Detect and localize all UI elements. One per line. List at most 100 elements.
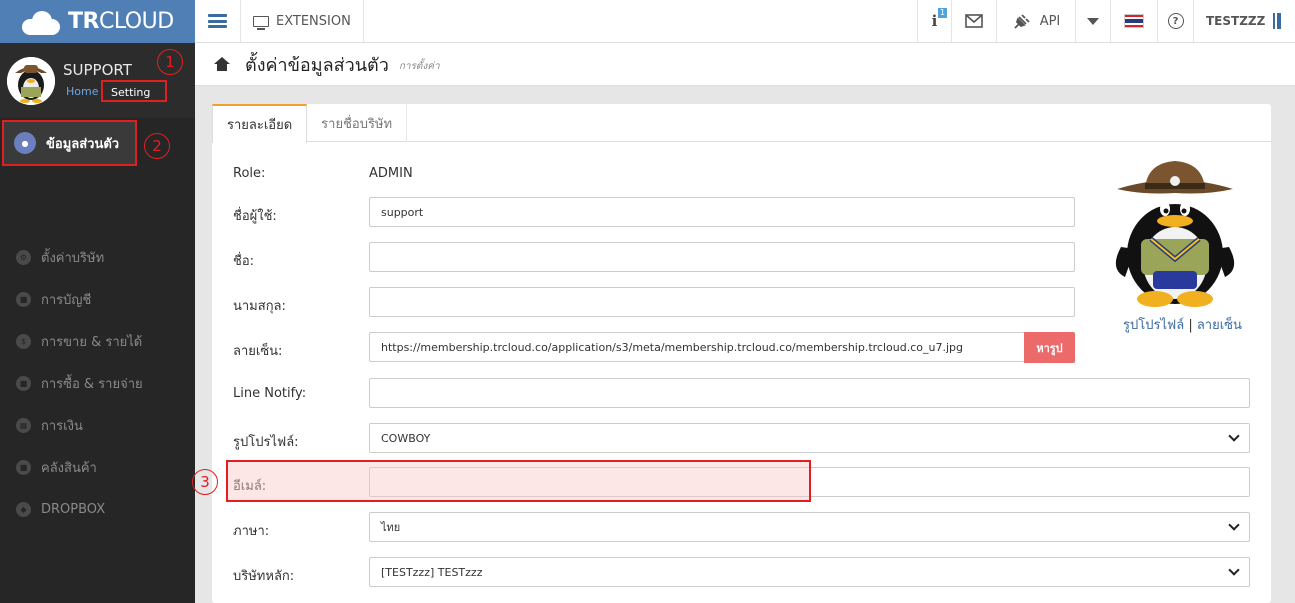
dropdown-button[interactable] bbox=[1075, 0, 1110, 42]
cowboy-penguin-icon bbox=[1115, 161, 1235, 307]
language-select[interactable]: ไทย bbox=[369, 512, 1250, 542]
signature-label: ลายเซ็น: bbox=[233, 344, 283, 359]
profile-picture bbox=[1107, 159, 1243, 309]
chevron-down-icon bbox=[1228, 430, 1240, 442]
sidebar-item-company-settings[interactable]: ⚙ ตั้งค่าบริษัท bbox=[0, 236, 195, 278]
user-icon: ● bbox=[14, 132, 36, 154]
question-icon: ? bbox=[1167, 13, 1184, 29]
role-value: ADMIN bbox=[369, 166, 413, 181]
profile-name: SUPPORT bbox=[63, 61, 132, 79]
sidebar-item-inventory[interactable]: ■ คลังสินค้า bbox=[0, 446, 195, 488]
info-icon: i bbox=[931, 12, 938, 30]
sidebar-item-label: การขาย & รายได้ bbox=[41, 334, 143, 350]
line-notify-label: Line Notify: bbox=[233, 386, 307, 401]
profile-pic-label: รูปโปรไฟล์: bbox=[233, 435, 299, 450]
sidebar-profile: SUPPORT Home Setting 1 bbox=[0, 43, 195, 118]
hamburger-icon bbox=[208, 14, 227, 28]
help-button[interactable]: ? bbox=[1157, 0, 1193, 42]
user-name: TESTZZZ bbox=[1206, 14, 1266, 28]
signature-url-input[interactable]: https://membership.trcloud.co/applicatio… bbox=[369, 332, 1025, 362]
sidebar-item-dropbox[interactable]: ◆ DROPBOX bbox=[0, 488, 195, 530]
cart-icon: ■ bbox=[16, 375, 31, 391]
line-notify-input[interactable] bbox=[369, 378, 1250, 408]
signature-link[interactable]: ลายเซ็น bbox=[1197, 318, 1242, 333]
language-flag-button[interactable] bbox=[1110, 0, 1157, 42]
lastname-label: นามสกุล: bbox=[233, 299, 286, 314]
profile-picture-link[interactable]: รูปโปรไฟล์ bbox=[1123, 318, 1184, 333]
profile-pic-select[interactable]: COWBOY bbox=[369, 423, 1250, 453]
language-selected: ไทย bbox=[381, 521, 401, 534]
page-header: ตั้งค่าข้อมูลส่วนตัว การตั้งค่า bbox=[195, 43, 1295, 86]
page-title: ตั้งค่าข้อมูลส่วนตัว bbox=[245, 54, 389, 76]
settings-panel: รายละเอียด รายชื่อบริษัท Role: ADMIN ชื่… bbox=[212, 104, 1271, 603]
app-root: TRCLOUD EXTENSION i 1 API ? TESTZZZ SUPP… bbox=[0, 0, 1295, 603]
calendar-icon: ▦ bbox=[16, 417, 31, 433]
chevron-down-icon bbox=[1228, 519, 1240, 531]
company-label: บริษัทหลัก: bbox=[233, 569, 295, 584]
sidebar-item-label: การเงิน bbox=[41, 418, 83, 434]
cloud-icon bbox=[18, 9, 62, 35]
link-separator: | bbox=[1188, 318, 1193, 333]
annotation-1: 1 bbox=[157, 49, 183, 75]
firstname-label: ชื่อ: bbox=[233, 254, 255, 269]
username-label: ชื่อผู้ใช้: bbox=[233, 209, 277, 224]
top-bar: EXTENSION i 1 API ? TESTZZZ bbox=[195, 0, 1295, 43]
user-menu-button[interactable]: TESTZZZ bbox=[1193, 0, 1295, 42]
plug-icon bbox=[1014, 14, 1030, 29]
monitor-icon bbox=[253, 15, 269, 30]
sidebar-item-purchases[interactable]: ■ การซื้อ & รายจ่าย bbox=[0, 362, 195, 404]
avatar[interactable] bbox=[7, 57, 55, 105]
picture-links: รูปโปรไฟล์ | ลายเซ็น bbox=[1123, 314, 1242, 335]
home-link[interactable]: Home bbox=[66, 85, 98, 98]
sidebar-item-label: ตั้งค่าบริษัท bbox=[41, 250, 105, 266]
role-label: Role: bbox=[233, 166, 266, 181]
tab-details[interactable]: รายละเอียด bbox=[212, 104, 308, 143]
company-select[interactable]: [TESTzzz] TESTzzz bbox=[369, 557, 1250, 587]
sidebar-item-label: การซื้อ & รายจ่าย bbox=[41, 376, 143, 392]
sidebar-item-label: การบัญชี bbox=[41, 292, 92, 308]
penguin-avatar-icon bbox=[7, 57, 55, 105]
sidebar-item-finance[interactable]: ▦ การเงิน bbox=[0, 404, 195, 446]
sidebar: SUPPORT Home Setting 1 ● ข้อมูลส่วนตัว ⚙… bbox=[0, 43, 195, 603]
annotation-2: 2 bbox=[144, 133, 170, 159]
sidebar-item-accounting[interactable]: ■ การบัญชี bbox=[0, 278, 195, 320]
dollar-icon: $ bbox=[16, 333, 31, 349]
truck-icon: ■ bbox=[16, 459, 31, 475]
chevron-down-icon bbox=[1228, 564, 1240, 576]
book-icon: ■ bbox=[16, 291, 31, 307]
api-label: API bbox=[1039, 13, 1061, 29]
sidebar-item-sales[interactable]: $ การขาย & รายได้ bbox=[0, 320, 195, 362]
find-image-button[interactable]: หารูป bbox=[1024, 332, 1075, 363]
dropbox-icon: ◆ bbox=[16, 501, 31, 517]
tab-company-list[interactable]: รายชื่อบริษัท bbox=[307, 104, 408, 142]
sidebar-item-label: ข้อมูลส่วนตัว bbox=[46, 136, 120, 152]
app-logo[interactable]: TRCLOUD bbox=[0, 0, 195, 43]
sidebar-item-personal-info[interactable]: ● ข้อมูลส่วนตัว bbox=[2, 120, 137, 166]
page-subtitle: การตั้งค่า bbox=[398, 60, 440, 72]
lastname-input[interactable] bbox=[369, 287, 1075, 317]
mail-button[interactable] bbox=[951, 0, 996, 42]
username-input[interactable]: support bbox=[369, 197, 1075, 227]
firstname-input[interactable] bbox=[369, 242, 1075, 272]
building-icon bbox=[1273, 13, 1283, 29]
sidebar-item-label: DROPBOX bbox=[41, 501, 106, 517]
language-label: ภาษา: bbox=[233, 524, 270, 539]
annotation-3: 3 bbox=[192, 469, 218, 495]
thai-flag-icon bbox=[1124, 14, 1144, 28]
gear-icon: ⚙ bbox=[16, 249, 31, 265]
setting-link[interactable]: Setting bbox=[101, 80, 167, 102]
sidebar-item-label: คลังสินค้า bbox=[41, 460, 97, 476]
menu-toggle-button[interactable] bbox=[195, 0, 241, 42]
info-badge: 1 bbox=[938, 8, 948, 18]
extension-button[interactable]: EXTENSION bbox=[241, 0, 364, 42]
company-selected: [TESTzzz] TESTzzz bbox=[381, 565, 483, 579]
tab-bar: รายละเอียด รายชื่อบริษัท bbox=[212, 104, 1271, 143]
brand-name: TRCLOUD bbox=[68, 9, 174, 34]
profile-pic-selected: COWBOY bbox=[381, 431, 431, 445]
home-icon[interactable] bbox=[214, 57, 230, 71]
extension-label: EXTENSION bbox=[276, 13, 351, 29]
info-button[interactable]: i 1 bbox=[917, 0, 951, 42]
caret-down-icon bbox=[1087, 17, 1099, 25]
api-button[interactable]: API bbox=[996, 0, 1075, 42]
email-highlight bbox=[226, 460, 811, 502]
